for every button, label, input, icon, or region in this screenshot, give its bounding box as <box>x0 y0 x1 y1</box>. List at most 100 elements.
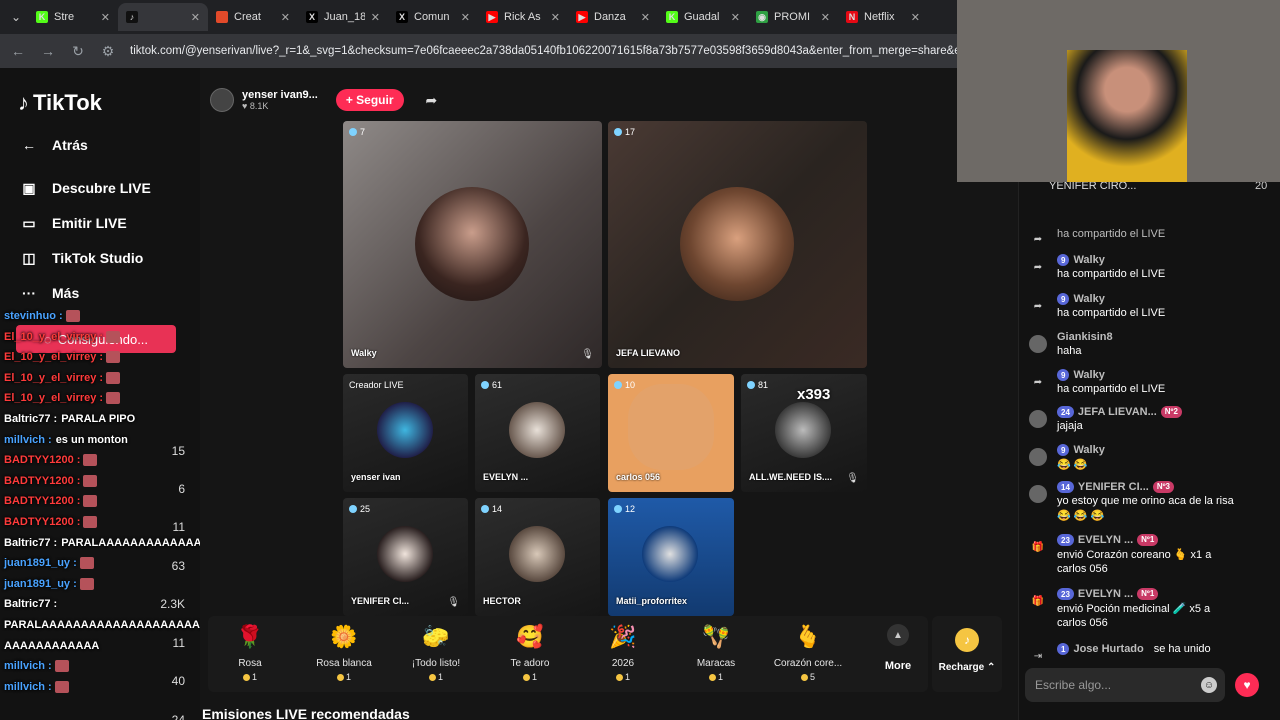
tab-close-icon[interactable]: ✕ <box>281 11 290 24</box>
guest-cell[interactable]: 10 carlos 056 <box>608 374 734 492</box>
avatar[interactable] <box>1029 410 1047 428</box>
live-main: yenser ivan9... ♥ 8.1K + Seguir ➦ 7 Walk… <box>200 68 1018 720</box>
gift-icon: 🪇 <box>702 624 730 649</box>
chat-username[interactable]: EVELYN ... <box>1078 534 1133 546</box>
gift-item[interactable]: 🌼 Rosa blanca 1 <box>304 622 384 682</box>
overlay-chat-user: juan1891_uy : <box>4 557 77 570</box>
tab-search-dropdown-icon[interactable]: ⌄ <box>4 5 28 29</box>
browser-tab[interactable]: ♪ ✕ <box>118 3 208 31</box>
recharge-button[interactable]: ♪ Recharge ⌃ <box>932 616 1002 692</box>
chat-message-text: ha compartido el LIVE <box>1057 307 1166 319</box>
avatar[interactable] <box>1029 485 1047 503</box>
browser-tab[interactable]: K Stre ✕ <box>28 3 118 31</box>
webcam-overlay <box>957 0 1280 182</box>
chat-username[interactable]: Walky <box>1073 444 1104 456</box>
emoji-icon[interactable]: ☺ <box>1201 677 1217 693</box>
viewer-count-badge: 10 <box>614 380 635 390</box>
guest-name: JEFA LIEVANO <box>616 348 681 358</box>
overlay-chat-user: Baltric77 : <box>4 598 58 611</box>
guest-cell[interactable]: 81 x393 ALL.WE.NEED IS.... 🎙 <box>741 374 867 492</box>
gift-item[interactable]: 🧽 ¡Todo listo! 1 <box>396 622 476 682</box>
follow-button[interactable]: + Seguir <box>335 89 404 111</box>
url-field[interactable]: tiktok.com/@yenserivan/live?_r=1&_svg=1&… <box>130 45 960 57</box>
gift-item[interactable]: 🌹 Rosa 1 <box>210 622 290 682</box>
tab-close-icon[interactable]: ✕ <box>551 11 560 24</box>
reload-icon[interactable]: ↻ <box>70 43 86 60</box>
gift-item[interactable]: 🥰 Te adoro 1 <box>490 622 570 682</box>
level-badge: 14 <box>1057 481 1074 493</box>
gift-name: Te adoro <box>510 658 550 669</box>
tab-close-icon[interactable]: ✕ <box>911 11 920 24</box>
tab-close-icon[interactable]: ✕ <box>191 11 200 24</box>
sidebar-item-descubre-live[interactable]: ▣ Descubre LIVE <box>20 179 150 197</box>
host-name[interactable]: yenser ivan9... <box>242 89 318 101</box>
guest-avatar <box>775 402 831 458</box>
browser-tab[interactable]: X Comun ✕ <box>388 3 478 31</box>
back-icon[interactable]: ← <box>10 43 26 59</box>
chat-username[interactable]: EVELYN ... <box>1078 588 1133 600</box>
sidebar-item-emitir-live[interactable]: ▭ Emitir LIVE <box>20 214 126 232</box>
chat-username[interactable]: Walky <box>1073 293 1104 305</box>
heart-icon[interactable]: ♥ <box>1235 673 1259 697</box>
tab-close-icon[interactable]: ✕ <box>101 11 110 24</box>
overlay-chat-text: PARALAAAAAAAAAAAAAA <box>61 536 210 549</box>
tab-close-icon[interactable]: ✕ <box>371 11 380 24</box>
chat-username[interactable]: Walky <box>1073 369 1104 381</box>
browser-tab[interactable]: ◉ PROMI ✕ <box>748 3 838 31</box>
tab-close-icon[interactable]: ✕ <box>461 11 470 24</box>
share-icon[interactable]: ➦ <box>426 92 438 109</box>
chat-message-text: carlos 056 <box>1057 617 1108 629</box>
browser-tab[interactable]: K Guadal ✕ <box>658 3 748 31</box>
guest-cell[interactable]: 61 EVELYN ... <box>475 374 600 492</box>
overlay-number: 40 <box>171 674 185 688</box>
browser-tab[interactable]: N Netflix ✕ <box>838 3 928 31</box>
avatar[interactable] <box>1029 448 1047 466</box>
chat-username[interactable]: YENIFER CI... <box>1078 481 1149 493</box>
guest-cell[interactable]: 12 Matii_proforritex <box>608 498 734 616</box>
gift-item[interactable]: 🫰 Corazón core... 5 <box>768 622 848 682</box>
chat-message: 14 YENIFER CI... Nº3 yo estoy que me orino … <box>1027 481 1277 522</box>
overlay-chat-line: stevinhuo : <box>4 310 80 323</box>
back-link[interactable]: ← Atrás <box>20 136 88 154</box>
chat-username[interactable]: Jose Hurtado <box>1073 643 1143 655</box>
overlay-chat-line: BADTYY1200 : <box>4 475 98 487</box>
chat-input[interactable]: Escribe algo... <box>1025 668 1225 702</box>
tab-favicon-icon: X <box>396 11 408 23</box>
gift-price: 1 <box>490 672 570 682</box>
tab-close-icon[interactable]: ✕ <box>731 11 740 24</box>
sidebar-item-tiktok-studio[interactable]: ◫ TikTok Studio <box>20 249 143 267</box>
chat-message: ➦ 9 Walky ha compartido el LIVE <box>1027 293 1277 319</box>
level-badge: 9 <box>1057 293 1070 305</box>
tiktok-logo[interactable]: ♪ TikTok <box>18 90 102 116</box>
streamer-figure <box>1067 50 1187 182</box>
tab-close-icon[interactable]: ✕ <box>641 11 650 24</box>
browser-tab[interactable]: X Juan_18 ✕ <box>298 3 388 31</box>
tab-favicon-icon <box>216 11 228 23</box>
guest-cell[interactable]: 14 HECTOR <box>475 498 600 616</box>
browser-tab[interactable]: ▶ Rick As ✕ <box>478 3 568 31</box>
overlay-number: 63 <box>171 559 185 573</box>
mic-off-icon: 🎙 <box>447 597 460 608</box>
chat-username[interactable]: JEFA LIEVAN... <box>1078 406 1157 418</box>
browser-tab[interactable]: Creat ✕ <box>208 3 298 31</box>
gift-item[interactable]: 🎉 2026 1 <box>583 622 663 682</box>
guest-cell[interactable]: 25 YENIFER CI... 🎙 <box>343 498 468 616</box>
chat-username[interactable]: Walky <box>1073 254 1104 266</box>
chat-username[interactable]: Giankisin8 <box>1057 331 1113 343</box>
chat-message: ➦ 9 Walky ha compartido el LIVE <box>1027 254 1277 280</box>
browser-tab[interactable]: ▶ Danza ✕ <box>568 3 658 31</box>
sidebar-item-mas[interactable]: ··· Más <box>20 284 79 302</box>
guest-cell[interactable]: 7 Walky 🎙 <box>343 121 602 368</box>
guest-cell[interactable]: 17 JEFA LIEVANO <box>608 121 867 368</box>
chat-message: ➦ 9 Walky ha compartido el LIVE <box>1027 369 1277 395</box>
site-info-icon[interactable]: ⚙ <box>100 43 116 60</box>
avatar[interactable] <box>1029 335 1047 353</box>
host-avatar[interactable] <box>210 88 234 112</box>
guest-avatar <box>377 526 433 582</box>
more-gifts-button[interactable]: ▲ More <box>878 624 918 672</box>
tab-close-icon[interactable]: ✕ <box>821 11 830 24</box>
guest-cell[interactable]: Creador LIVE yenser ivan <box>343 374 468 492</box>
guest-avatar <box>415 187 529 301</box>
forward-icon[interactable]: → <box>40 43 56 59</box>
gift-item[interactable]: 🪇 Maracas 1 <box>676 622 756 682</box>
